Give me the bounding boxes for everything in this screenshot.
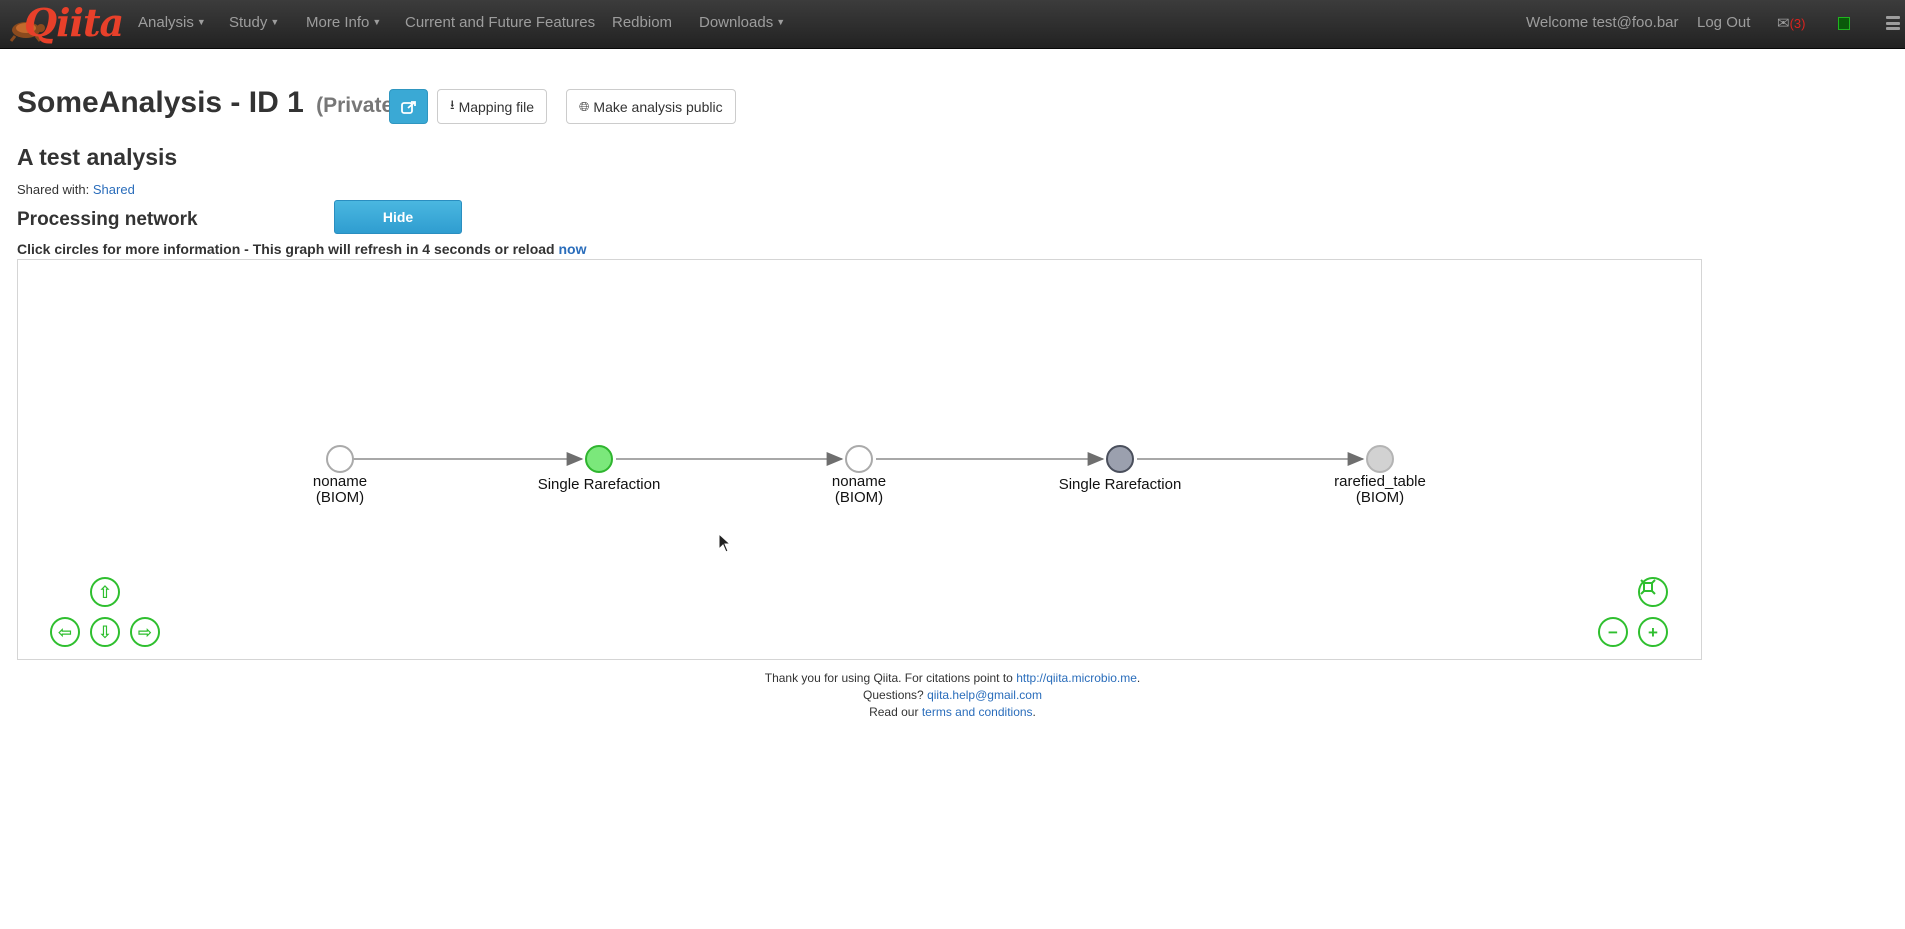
envelope-icon: ✉ [1777,15,1790,32]
footer-citation: Thank you for using Qiita. For citations… [764,671,1141,685]
node-label-line: rarefied_table [1334,473,1426,490]
node-label: Single Rarefaction [538,477,661,493]
node-label-line: noname [831,473,887,490]
network-canvas [326,445,1394,473]
caret-down-icon: ▼ [196,17,206,27]
brand-name: Qiita [24,0,124,45]
share-icon [400,100,416,114]
node-label-line: Single Rarefaction [537,476,661,493]
top-navbar: Qiita Analysis ▼ Study ▼ More Info ▼ Curren… [0,0,1905,49]
nav-study[interactable]: Study ▼ [229,14,279,31]
node-label-line: (BIOM) [1355,489,1405,506]
node-noname-biom-1[interactable] [326,445,354,473]
nav-redbiom[interactable]: Redbiom [612,14,672,31]
processing-network-graph[interactable]: noname (BIOM) Single Rarefaction noname … [17,259,1702,660]
refresh-notice: Click circles for more information - Thi… [17,241,586,257]
analysis-description: A test analysis [17,144,178,170]
nav-downloads-label: Downloads [699,14,774,31]
server-menu-icon[interactable] [1886,16,1900,30]
nav-features-label: Current and Future Features [405,14,596,31]
refresh-text: Click circles for more information - Thi… [17,241,555,257]
nav-current-future-features[interactable]: Current and Future Features [405,14,595,31]
jobs-status-icon[interactable] [1838,17,1850,30]
node-noname-biom-2[interactable] [845,445,873,473]
mapping-file-label: Mapping file [458,98,535,115]
node-label-line: noname [312,473,368,490]
node-single-rarefaction-2[interactable] [1106,445,1134,473]
node-rarefied-table-biom[interactable] [1366,445,1394,473]
share-button[interactable] [389,89,428,124]
caret-down-icon: ▼ [372,17,382,27]
nav-analysis[interactable]: Analysis ▼ [138,14,206,31]
nav-analysis-label: Analysis [138,14,194,31]
message-count-badge: (3) [1789,16,1806,31]
terms-link[interactable]: terms and conditions [922,705,1033,719]
mouse-cursor-icon [718,533,732,553]
pan-right-icon[interactable]: ⇨ [130,617,160,647]
nav-more-info-label: More Info [306,14,370,31]
messages-link[interactable]: ✉(3) [1777,14,1805,32]
hide-network-button[interactable]: Hide [334,200,462,234]
reload-now-link[interactable]: now [558,241,586,257]
page-footer: Thank you for using Qiita. For citations… [0,670,1905,721]
shared-with-label: Shared with: [17,182,90,197]
processing-network-heading: Processing network [17,209,198,230]
analysis-title: SomeAnalysis - ID 1 [17,86,304,119]
fit-to-view-icon[interactable] [1638,577,1668,607]
node-label: Single Rarefaction [1059,477,1182,493]
shared-with-link[interactable]: Shared [93,182,135,197]
footer-questions: Questions? qiita.help@gmail.com [0,687,1905,704]
node-label-line: (BIOM) [315,489,365,506]
download-icon: ⭳ [450,96,455,112]
shared-with: Shared with: Shared [17,182,135,197]
caret-down-icon: ▼ [270,17,280,27]
nav-downloads[interactable]: Downloads ▼ [699,14,785,31]
node-label-line: (BIOM) [834,489,884,506]
footer-terms-text: Read our [869,705,919,719]
nav-study-label: Study [229,14,268,31]
footer-citation-text: Thank you for using Qiita. For citations… [764,671,1013,685]
help-email-link[interactable]: qiita.help@gmail.com [927,688,1042,702]
pan-up-icon[interactable]: ⇧ [90,577,120,607]
nav-redbiom-label: Redbiom [612,14,673,31]
nav-more-info[interactable]: More Info ▼ [306,14,381,31]
node-label: noname (BIOM) [313,474,367,506]
page-title: SomeAnalysis - ID 1 (Private) [17,86,400,120]
pan-down-icon[interactable]: ⇩ [90,617,120,647]
footer-terms: Read our terms and conditions. [869,705,1036,719]
qiita-site-link[interactable]: http://qiita.microbio.me [1016,671,1137,685]
privacy-status: (Private) [316,94,401,117]
caret-down-icon: ▼ [776,17,786,27]
globe-icon: 🌐︎ [579,98,590,114]
node-label: noname (BIOM) [832,474,886,506]
node-label-line: Single Rarefaction [1058,476,1182,493]
node-label: rarefied_table (BIOM) [1334,474,1426,506]
make-public-button[interactable]: 🌐︎ Make analysis public [566,89,736,124]
welcome-user-link[interactable]: Welcome test@foo.bar [1526,14,1679,31]
mapping-file-button[interactable]: ⭳ Mapping file [437,89,548,124]
node-single-rarefaction-1[interactable] [585,445,613,473]
footer-questions-text: Questions? [863,688,924,702]
logout-link[interactable]: Log Out [1697,14,1750,31]
zoom-in-icon[interactable]: + [1638,617,1668,647]
zoom-out-icon[interactable]: − [1598,617,1628,647]
pan-left-icon[interactable]: ⇦ [50,617,80,647]
make-public-label: Make analysis public [593,98,723,115]
qiita-logo[interactable]: Qiita [6,0,124,46]
